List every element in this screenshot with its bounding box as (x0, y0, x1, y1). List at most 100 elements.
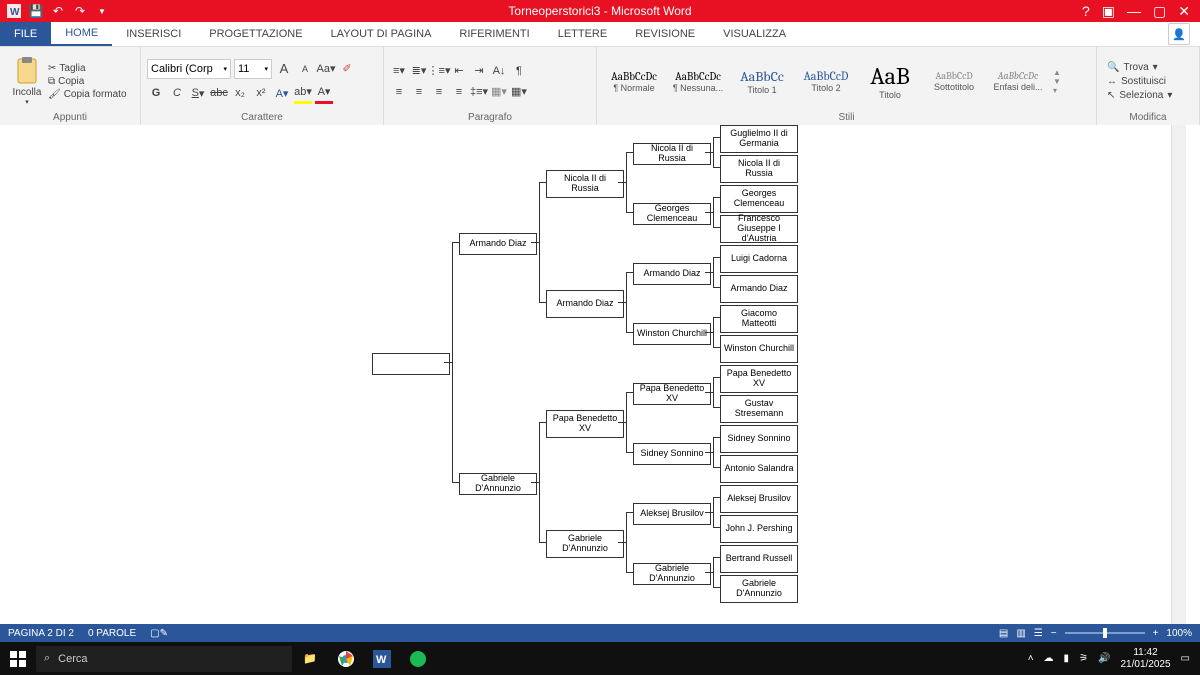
taskbar-search[interactable]: ⌕ Cerca (36, 646, 292, 672)
notifications-icon[interactable]: ▭ (1181, 653, 1190, 664)
sort-icon[interactable]: A↓ (490, 62, 508, 80)
bracket-cell[interactable]: Gabriele D'Annunzio (546, 530, 624, 558)
start-button[interactable] (0, 642, 36, 675)
justify-icon[interactable]: ≡ (450, 83, 468, 101)
replace-button[interactable]: ↔Sostituisci (1103, 75, 1176, 88)
bracket-cell[interactable]: Nicola II di Russia (633, 143, 711, 165)
shading-icon[interactable]: ▦▾ (490, 83, 508, 101)
close-icon[interactable]: ✕ (1178, 3, 1190, 20)
grow-font-icon[interactable]: A (275, 60, 293, 78)
bracket-cell[interactable]: Francesco Giuseppe I d'Austria (720, 215, 798, 243)
bracket-cell[interactable]: Nicola II di Russia (546, 170, 624, 198)
copy-button[interactable]: ⧉Copia (48, 76, 127, 87)
tray-battery-icon[interactable]: ▮ (1064, 653, 1070, 664)
strike-icon[interactable]: abc (210, 84, 228, 102)
spotify-icon[interactable] (400, 642, 436, 675)
bracket-cell[interactable]: Armando Diaz (546, 290, 624, 318)
undo-icon[interactable]: ↶ (50, 3, 66, 19)
zoom-in-icon[interactable]: + (1153, 628, 1159, 639)
status-page[interactable]: PAGINA 2 DI 2 (8, 628, 74, 639)
bracket-cell[interactable]: Armando Diaz (720, 275, 798, 303)
taskbar-clock[interactable]: 11:42 21/01/2025 (1120, 647, 1170, 671)
bracket-cell[interactable]: Giacomo Matteotti (720, 305, 798, 333)
tab-view[interactable]: VISUALIZZA (709, 22, 800, 46)
scrollbar-vertical[interactable] (1171, 125, 1186, 624)
qat-dropdown-icon[interactable]: ▼ (94, 3, 110, 19)
bracket-cell[interactable]: Winston Churchill (633, 323, 711, 345)
bracket-cell[interactable]: Bertrand Russell (720, 545, 798, 573)
explorer-icon[interactable]: 📁 (292, 642, 328, 675)
zoom-out-icon[interactable]: − (1051, 628, 1057, 639)
styles-more-icon[interactable]: ▾ (1053, 86, 1061, 95)
tab-mailings[interactable]: LETTERE (544, 22, 622, 46)
outdent-icon[interactable]: ⇤ (450, 62, 468, 80)
italic-icon[interactable]: C (168, 84, 186, 102)
tab-home[interactable]: HOME (51, 22, 112, 46)
style-item[interactable]: AaBbCcDc¶ Normale (603, 67, 665, 96)
bracket-cell[interactable]: Georges Clemenceau (720, 185, 798, 213)
font-size-select[interactable]: 11▾ (234, 59, 272, 79)
bracket-cell[interactable]: Gabriele D'Annunzio (633, 563, 711, 585)
styles-gallery[interactable]: AaBbCcDc¶ NormaleAaBbCcDc¶ Nessuna...AaB… (603, 59, 1049, 103)
subscript-icon[interactable]: x₂ (231, 84, 249, 102)
ribbon-options-icon[interactable]: ▣ (1102, 3, 1115, 20)
tab-design[interactable]: PROGETTAZIONE (195, 22, 316, 46)
tab-references[interactable]: RIFERIMENTI (445, 22, 543, 46)
bracket-cell[interactable]: Armando Diaz (459, 233, 537, 255)
bracket-cell[interactable]: Gabriele D'Annunzio (720, 575, 798, 603)
tray-onedrive-icon[interactable]: ☁ (1044, 653, 1054, 664)
bracket-cell[interactable]: Sidney Sonnino (633, 443, 711, 465)
bracket-cell[interactable]: Luigi Cadorna (720, 245, 798, 273)
cut-button[interactable]: ✂Taglia (48, 63, 127, 74)
chrome-icon[interactable] (328, 642, 364, 675)
tab-review[interactable]: REVISIONE (621, 22, 709, 46)
styles-up-icon[interactable]: ▲ (1053, 68, 1061, 77)
bold-icon[interactable]: G (147, 84, 165, 102)
select-button[interactable]: ↖Seleziona ▾ (1103, 89, 1176, 102)
help-icon[interactable]: ? (1082, 3, 1090, 20)
bracket-cell[interactable]: Armando Diaz (633, 263, 711, 285)
read-mode-icon[interactable]: ▤ (999, 628, 1008, 639)
change-case-icon[interactable]: Aa▾ (317, 60, 335, 78)
tab-layout[interactable]: LAYOUT DI PAGINA (317, 22, 446, 46)
tab-insert[interactable]: INSERISCI (112, 22, 195, 46)
bracket-cell[interactable]: John J. Pershing (720, 515, 798, 543)
maximize-icon[interactable]: ▢ (1153, 3, 1166, 20)
align-right-icon[interactable]: ≡ (430, 83, 448, 101)
bracket-cell[interactable]: Gustav Stresemann (720, 395, 798, 423)
multilevel-icon[interactable]: ⋮≡▾ (430, 62, 448, 80)
bullets-icon[interactable]: ≡▾ (390, 62, 408, 80)
clear-formatting-icon[interactable]: ✐ (338, 60, 356, 78)
bracket-cell[interactable]: Aleksej Brusilov (633, 503, 711, 525)
bracket-cell[interactable]: Guglielmo II di Germania (720, 125, 798, 153)
align-left-icon[interactable]: ≡ (390, 83, 408, 101)
word-taskbar-icon[interactable]: W (364, 642, 400, 675)
show-marks-icon[interactable]: ¶ (510, 62, 528, 80)
style-item[interactable]: AaBTitolo (859, 59, 921, 103)
font-family-select[interactable]: Calibri (Corp▾ (147, 59, 231, 79)
shrink-font-icon[interactable]: A (296, 60, 314, 78)
style-item[interactable]: AaBbCcDcEnfasi deli... (987, 67, 1049, 95)
tray-chevron-icon[interactable]: ˄ (1028, 653, 1034, 664)
tray-volume-icon[interactable]: 🔊 (1098, 653, 1110, 664)
status-words[interactable]: 0 PAROLE (88, 628, 136, 639)
font-color-icon[interactable]: A▾ (315, 83, 333, 104)
borders-icon[interactable]: ▦▾ (510, 83, 528, 101)
spellcheck-icon[interactable]: ▢✎ (150, 628, 168, 639)
zoom-level[interactable]: 100% (1166, 628, 1192, 639)
bracket-cell[interactable]: Papa Benedetto XV (546, 410, 624, 438)
style-item[interactable]: AaBbCcDc¶ Nessuna... (667, 67, 729, 96)
tray-wifi-icon[interactable]: ⚞ (1079, 653, 1088, 664)
bracket-cell[interactable]: Winston Churchill (720, 335, 798, 363)
bracket-cell[interactable]: Sidney Sonnino (720, 425, 798, 453)
bracket-cell[interactable]: Papa Benedetto XV (633, 383, 711, 405)
bracket-cell[interactable]: Nicola II di Russia (720, 155, 798, 183)
tab-file[interactable]: FILE (0, 22, 51, 46)
underline-icon[interactable]: S▾ (189, 84, 207, 102)
numbering-icon[interactable]: ≣▾ (410, 62, 428, 80)
style-item[interactable]: AaBbCcTitolo 1 (731, 65, 793, 98)
text-effects-icon[interactable]: A▾ (273, 84, 291, 102)
indent-icon[interactable]: ⇥ (470, 62, 488, 80)
account-icon[interactable]: 👤 (1168, 23, 1190, 45)
bracket-cell[interactable]: Georges Clemenceau (633, 203, 711, 225)
